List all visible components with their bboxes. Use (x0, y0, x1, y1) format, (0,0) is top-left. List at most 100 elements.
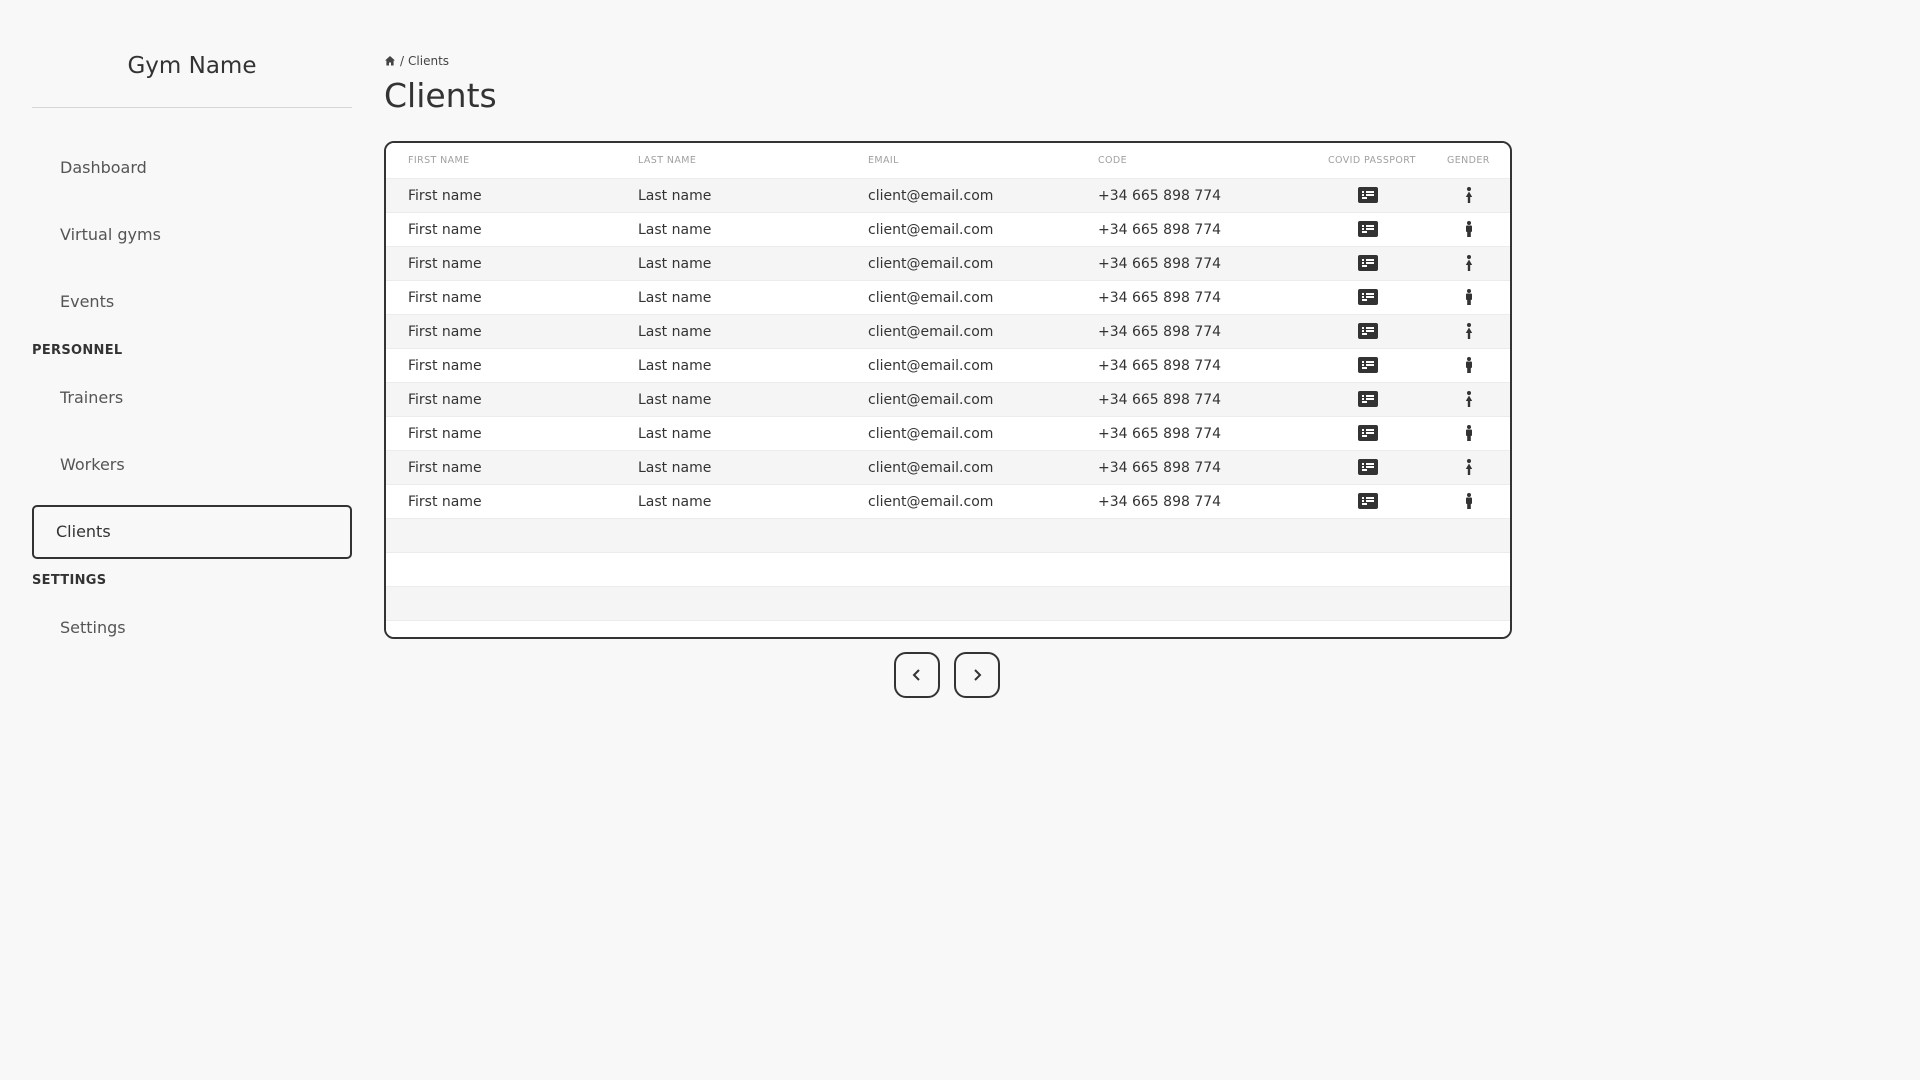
cell-email: client@email.com (868, 255, 994, 272)
table-row[interactable]: First name Last name client@email.com +34 6… (386, 451, 1510, 485)
breadcrumb: / Clients (384, 54, 449, 68)
female-icon (1465, 391, 1473, 411)
chevron-right-icon (974, 669, 982, 681)
cell-first-name: First name (408, 425, 482, 442)
cell-email: client@email.com (868, 357, 994, 374)
table-body: First name Last name client@email.com +34 6… (386, 179, 1510, 637)
id-card-icon[interactable] (1358, 493, 1378, 509)
table-row[interactable]: First name Last name client@email.com +34 6… (386, 315, 1510, 349)
sidebar-item-events[interactable]: Events (32, 275, 352, 329)
sidebar-item-trainers[interactable]: Trainers (32, 371, 352, 425)
female-icon (1465, 459, 1473, 479)
cell-email: client@email.com (868, 459, 994, 476)
cell-first-name: First name (408, 357, 482, 374)
id-card-icon[interactable] (1358, 221, 1378, 237)
gym-name: Gym Name (127, 53, 257, 79)
cell-first-name: First name (408, 323, 482, 340)
id-card-icon[interactable] (1358, 459, 1378, 475)
cell-code: +34 665 898 774 (1098, 187, 1222, 204)
sidebar-item-settings[interactable]: Settings (32, 601, 352, 655)
id-card-icon[interactable] (1358, 391, 1378, 407)
cell-email: client@email.com (868, 493, 994, 510)
cell-code: +34 665 898 774 (1098, 289, 1222, 306)
col-covid-passport: COVID PASSPORT (1328, 155, 1416, 166)
sidebar-item-clients[interactable]: Clients (32, 505, 352, 559)
table-row[interactable]: First name Last name client@email.com +34 6… (386, 349, 1510, 383)
chevron-left-icon (912, 669, 920, 681)
female-icon (1465, 323, 1473, 343)
cell-last-name: Last name (638, 221, 712, 238)
id-card-icon[interactable] (1358, 323, 1378, 339)
empty-table-row (386, 621, 1510, 637)
cell-first-name: First name (408, 255, 482, 272)
section-personnel: PERSONNEL (32, 343, 123, 358)
page-title: Clients (384, 76, 497, 115)
id-card-icon[interactable] (1358, 187, 1378, 203)
cell-first-name: First name (408, 289, 482, 306)
table-row[interactable]: First name Last name client@email.com +34 6… (386, 213, 1510, 247)
male-icon (1465, 221, 1473, 241)
cell-last-name: Last name (638, 357, 712, 374)
cell-code: +34 665 898 774 (1098, 255, 1222, 272)
empty-table-row (386, 553, 1510, 587)
cell-last-name: Last name (638, 187, 712, 204)
female-icon (1465, 255, 1473, 275)
next-page-button[interactable] (954, 652, 1000, 698)
id-card-icon[interactable] (1358, 425, 1378, 441)
table-row[interactable]: First name Last name client@email.com +34 6… (386, 179, 1510, 213)
cell-last-name: Last name (638, 289, 712, 306)
breadcrumb-separator: / (400, 54, 405, 68)
cell-code: +34 665 898 774 (1098, 425, 1222, 442)
col-first-name: FIRST NAME (408, 155, 470, 166)
cell-last-name: Last name (638, 459, 712, 476)
cell-first-name: First name (408, 187, 482, 204)
male-icon (1465, 289, 1473, 309)
table-row[interactable]: First name Last name client@email.com +34 6… (386, 383, 1510, 417)
cell-first-name: First name (408, 391, 482, 408)
sidebar-item-virtual-gyms[interactable]: Virtual gyms (32, 208, 352, 262)
brand-divider (32, 107, 352, 108)
cell-code: +34 665 898 774 (1098, 357, 1222, 374)
sidebar-item-dashboard[interactable]: Dashboard (32, 141, 352, 195)
cell-code: +34 665 898 774 (1098, 221, 1222, 238)
cell-last-name: Last name (638, 493, 712, 510)
male-icon (1465, 493, 1473, 513)
cell-code: +34 665 898 774 (1098, 493, 1222, 510)
table-header: FIRST NAME LAST NAME EMAIL CODE COVID PA… (386, 143, 1510, 179)
empty-table-row (386, 519, 1510, 553)
id-card-icon[interactable] (1358, 255, 1378, 271)
sidebar-item-workers[interactable]: Workers (32, 438, 352, 492)
cell-last-name: Last name (638, 323, 712, 340)
clients-table: FIRST NAME LAST NAME EMAIL CODE COVID PA… (384, 141, 1512, 639)
col-gender: GENDER (1447, 155, 1490, 166)
cell-first-name: First name (408, 221, 482, 238)
cell-first-name: First name (408, 459, 482, 476)
section-settings: SETTINGS (32, 573, 107, 588)
male-icon (1465, 425, 1473, 445)
table-row[interactable]: First name Last name client@email.com +34 6… (386, 281, 1510, 315)
col-email: EMAIL (868, 155, 899, 166)
cell-last-name: Last name (638, 425, 712, 442)
cell-code: +34 665 898 774 (1098, 459, 1222, 476)
cell-code: +34 665 898 774 (1098, 323, 1222, 340)
cell-email: client@email.com (868, 187, 994, 204)
cell-email: client@email.com (868, 391, 994, 408)
empty-table-row (386, 587, 1510, 621)
col-last-name: LAST NAME (638, 155, 697, 166)
cell-email: client@email.com (868, 221, 994, 238)
table-row[interactable]: First name Last name client@email.com +34 6… (386, 417, 1510, 451)
table-row[interactable]: First name Last name client@email.com +34 6… (386, 247, 1510, 281)
cell-last-name: Last name (638, 255, 712, 272)
cell-last-name: Last name (638, 391, 712, 408)
home-icon[interactable] (384, 55, 396, 67)
cell-email: client@email.com (868, 425, 994, 442)
sidebar: Gym Name Dashboard Virtual gyms Events P… (32, 0, 352, 637)
cell-email: client@email.com (868, 323, 994, 340)
cell-email: client@email.com (868, 289, 994, 306)
prev-page-button[interactable] (894, 652, 940, 698)
table-row[interactable]: First name Last name client@email.com +34 6… (386, 485, 1510, 519)
id-card-icon[interactable] (1358, 357, 1378, 373)
cell-first-name: First name (408, 493, 482, 510)
id-card-icon[interactable] (1358, 289, 1378, 305)
col-code: CODE (1098, 155, 1128, 166)
